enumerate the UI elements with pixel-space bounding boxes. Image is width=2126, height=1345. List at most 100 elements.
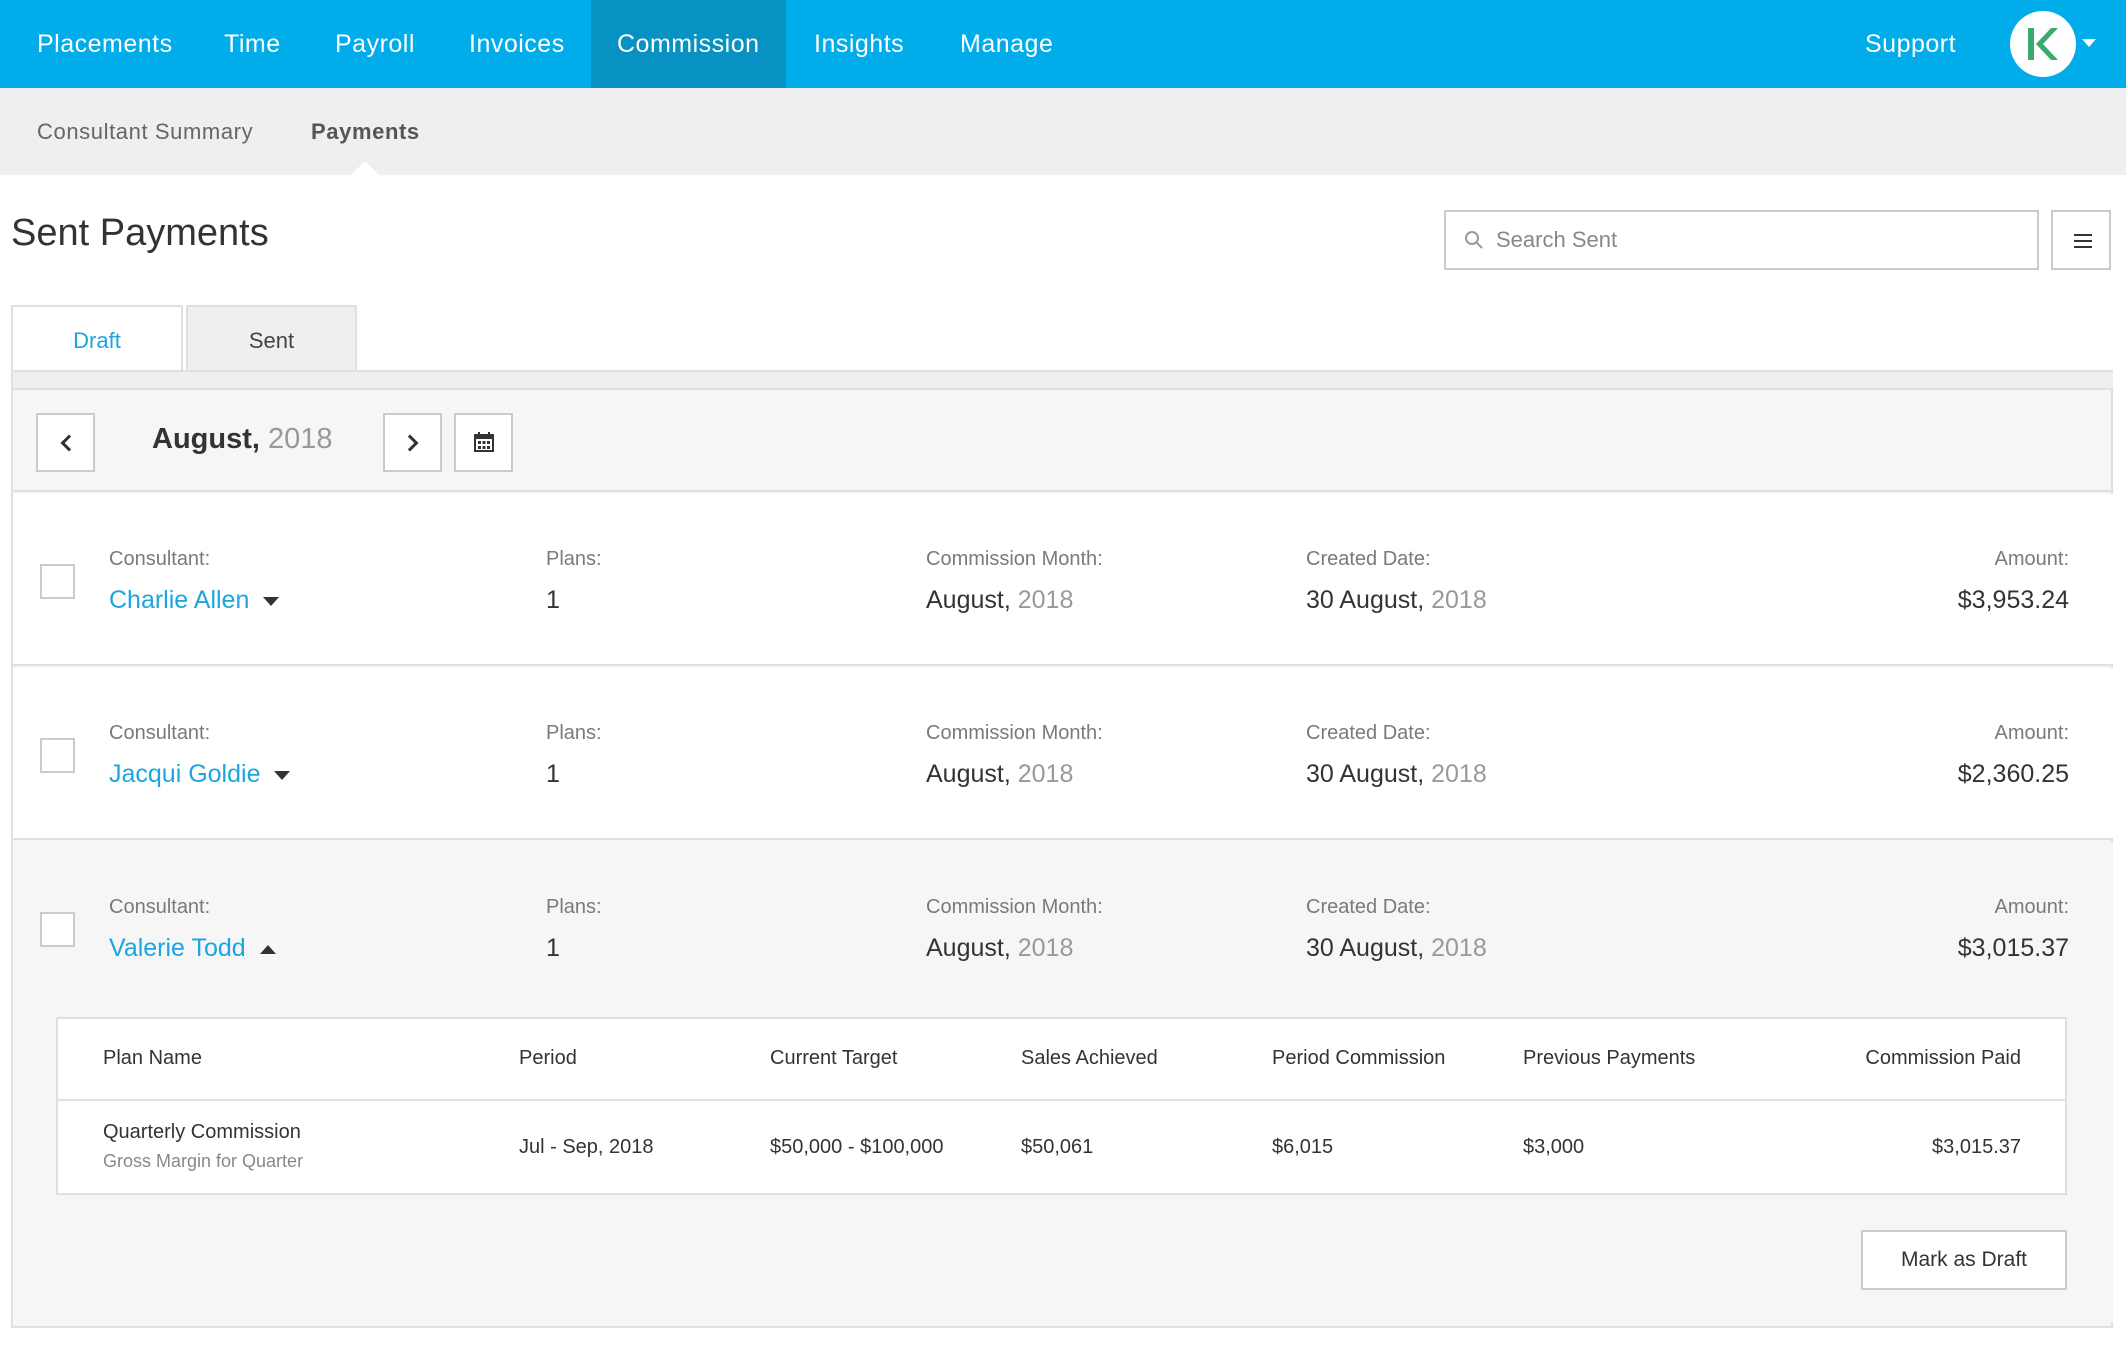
month-name: August, xyxy=(152,423,260,455)
row-checkbox[interactable] xyxy=(40,738,75,773)
created-date-value: 30 August, 2018 xyxy=(1306,760,1487,789)
chevron-left-icon xyxy=(60,434,78,452)
caret-up-icon[interactable] xyxy=(259,944,276,954)
commission-paid-value: $3,015.37 xyxy=(1932,1136,2021,1158)
search-input[interactable] xyxy=(1496,212,2026,268)
commission-month: August, xyxy=(926,760,1011,788)
consultant-link[interactable]: Valerie Todd xyxy=(109,934,246,962)
tab-sent[interactable]: Sent xyxy=(186,305,357,372)
consultant-label: Consultant: xyxy=(109,548,211,570)
amount-label: Amount: xyxy=(1994,722,2069,744)
month-label: August, 2018 xyxy=(152,423,333,456)
created-date: 30 August, xyxy=(1306,760,1425,788)
nav-placements[interactable]: Placements xyxy=(37,0,173,88)
col-period: Period xyxy=(519,1047,577,1069)
created-year: 2018 xyxy=(1431,586,1487,614)
subnav-consultant-summary[interactable]: Consultant Summary xyxy=(37,88,253,175)
commission-month-value: August, 2018 xyxy=(926,760,1073,789)
nav-time[interactable]: Time xyxy=(224,0,281,88)
amount-value: $3,015.37 xyxy=(1957,934,2069,962)
amount-label: Amount: xyxy=(1994,548,2069,570)
sales-achieved-value: $50,061 xyxy=(1021,1136,1094,1158)
created-date-value: 30 August, 2018 xyxy=(1306,934,1487,963)
mark-as-draft-button[interactable]: Mark as Draft xyxy=(1861,1230,2067,1290)
commission-month-label: Commission Month: xyxy=(926,896,1103,918)
consultant-label: Consultant: xyxy=(109,896,211,918)
month-year: 2018 xyxy=(268,423,333,455)
chevron-right-icon xyxy=(401,434,419,452)
plan-name: Quarterly Commission xyxy=(103,1121,301,1143)
period-value: Jul - Sep, 2018 xyxy=(519,1136,654,1158)
commission-month-value: August, 2018 xyxy=(926,934,1073,963)
commission-year: 2018 xyxy=(1017,586,1074,614)
nav-support[interactable]: Support xyxy=(1865,0,1956,88)
plans-label: Plans: xyxy=(546,722,602,744)
row-checkbox[interactable] xyxy=(40,564,75,599)
commission-month-value: August, 2018 xyxy=(926,586,1073,615)
consultant-value: Jacqui Goldie xyxy=(109,760,291,789)
nav-commission[interactable]: Commission xyxy=(591,0,786,88)
plans-value: 1 xyxy=(546,760,560,788)
col-plan-name: Plan Name xyxy=(103,1047,202,1069)
table-row: Quarterly Commission Gross Margin for Qu… xyxy=(58,1103,2065,1193)
current-target-value: $50,000 - $100,000 xyxy=(770,1136,944,1158)
panel-top-band xyxy=(13,372,2113,390)
created-date: 30 August, xyxy=(1306,934,1425,962)
search-icon xyxy=(1465,231,1483,249)
calendar-icon xyxy=(474,432,494,452)
plan-description: Gross Margin for Quarter xyxy=(103,1151,304,1171)
created-year: 2018 xyxy=(1431,760,1487,788)
consultant-link[interactable]: Jacqui Goldie xyxy=(109,760,260,788)
col-commission-paid: Commission Paid xyxy=(1865,1047,2021,1069)
payments-panel: August, 2018 Consultant: Charlie Allen P… xyxy=(11,370,2113,1328)
payment-row-expanded: Consultant: Valerie Todd Plans: 1 Commis… xyxy=(13,842,2113,1322)
plans-value: 1 xyxy=(546,934,560,962)
consultant-value: Valerie Todd xyxy=(109,934,276,963)
plans-label: Plans: xyxy=(546,896,602,918)
amount-value: $3,953.24 xyxy=(1957,586,2069,614)
avatar[interactable] xyxy=(2010,11,2076,77)
nav-invoices[interactable]: Invoices xyxy=(469,0,565,88)
commission-month-label: Commission Month: xyxy=(926,722,1103,744)
commission-year: 2018 xyxy=(1017,934,1074,962)
calendar-button[interactable] xyxy=(454,413,513,472)
top-nav: Placements Time Payroll Invoices Commiss… xyxy=(0,0,2126,88)
nav-payroll[interactable]: Payroll xyxy=(335,0,415,88)
page-title: Sent Payments xyxy=(11,212,269,254)
tab-draft[interactable]: Draft xyxy=(11,305,183,372)
commission-month: August, xyxy=(926,586,1011,614)
created-date-label: Created Date: xyxy=(1306,548,1431,570)
consultant-link[interactable]: Charlie Allen xyxy=(109,586,249,614)
commission-month-label: Commission Month: xyxy=(926,548,1103,570)
created-date-value: 30 August, 2018 xyxy=(1306,586,1487,615)
col-period-commission: Period Commission xyxy=(1272,1047,1446,1069)
col-sales-achieved: Sales Achieved xyxy=(1021,1047,1158,1069)
consultant-value: Charlie Allen xyxy=(109,586,280,615)
created-date-label: Created Date: xyxy=(1306,896,1431,918)
plan-detail-header: Plan Name Period Current Target Sales Ac… xyxy=(58,1019,2065,1101)
chevron-down-icon[interactable] xyxy=(2082,39,2096,47)
sub-nav: Consultant Summary Payments xyxy=(0,88,2126,175)
active-subnav-pointer xyxy=(350,161,380,176)
plans-value: 1 xyxy=(546,586,560,614)
menu-button[interactable] xyxy=(2051,210,2111,270)
col-previous-payments: Previous Payments xyxy=(1523,1047,1696,1069)
row-checkbox[interactable] xyxy=(40,912,75,947)
amount-value: $2,360.25 xyxy=(1957,760,2069,788)
consultant-label: Consultant: xyxy=(109,722,211,744)
caret-down-icon[interactable] xyxy=(274,770,291,780)
payment-row: Consultant: Jacqui Goldie Plans: 1 Commi… xyxy=(13,668,2113,840)
search-box[interactable] xyxy=(1444,210,2039,270)
created-date-label: Created Date: xyxy=(1306,722,1431,744)
nav-manage[interactable]: Manage xyxy=(960,0,1053,88)
nav-insights[interactable]: Insights xyxy=(814,0,904,88)
payment-row: Consultant: Charlie Allen Plans: 1 Commi… xyxy=(13,494,2113,666)
previous-payments-value: $3,000 xyxy=(1523,1136,1585,1158)
commission-year: 2018 xyxy=(1017,760,1074,788)
created-year: 2018 xyxy=(1431,934,1487,962)
caret-down-icon[interactable] xyxy=(263,596,280,606)
prev-month-button[interactable] xyxy=(36,413,95,472)
period-commission-value: $6,015 xyxy=(1272,1136,1334,1158)
next-month-button[interactable] xyxy=(383,413,442,472)
plans-label: Plans: xyxy=(546,548,602,570)
